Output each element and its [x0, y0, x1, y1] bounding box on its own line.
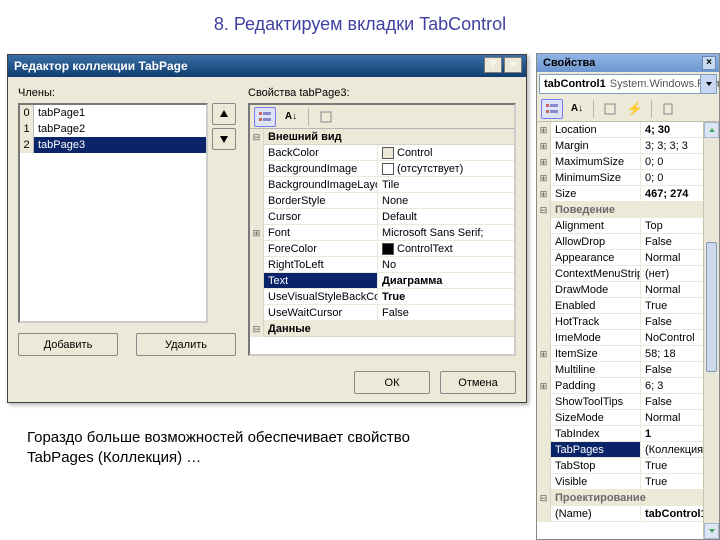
property-row[interactable]: AppearanceNormal: [537, 250, 719, 266]
member-index: 1: [20, 121, 34, 137]
document-icon: [661, 102, 675, 116]
properties-panel-title: Свойства ×: [537, 54, 719, 72]
properties-panel: Свойства × tabControl1 System.Windows.Fo…: [536, 53, 720, 540]
property-row[interactable]: ⊞ItemSize58; 18: [537, 346, 719, 362]
dialog-titlebar[interactable]: Редактор коллекции TabPage ? ×: [8, 55, 526, 77]
property-row[interactable]: TabStopTrue: [537, 458, 719, 474]
property-row[interactable]: DrawModeNormal: [537, 282, 719, 298]
property-row[interactable]: BackgroundImage(отсутствует): [250, 161, 514, 177]
sort-az-icon: A↓: [571, 103, 583, 114]
property-row[interactable]: AlignmentTop: [537, 218, 719, 234]
prop-pages-button[interactable]: [315, 107, 337, 127]
property-grid-left: A↓ ⊟Внешний видBackColorControlBackgroun…: [248, 103, 516, 356]
member-index: 2: [20, 137, 34, 153]
property-row[interactable]: ForeColorControlText: [250, 241, 514, 257]
arrow-up-icon: [219, 109, 229, 119]
property-row[interactable]: TextДиаграмма: [250, 273, 514, 289]
scroll-thumb[interactable]: [706, 242, 717, 372]
collection-editor-dialog: Редактор коллекции TabPage ? × Члены: 0t…: [7, 54, 527, 403]
dialog-title-text: Редактор коллекции TabPage: [14, 59, 188, 73]
property-row[interactable]: ⊞FontMicrosoft Sans Serif;: [250, 225, 514, 241]
member-name: tabPage1: [34, 105, 206, 121]
member-name: tabPage3: [34, 137, 206, 153]
panel-close-button[interactable]: ×: [702, 56, 716, 70]
properties-button[interactable]: [599, 99, 621, 119]
props-label: Свойства tabPage3:: [248, 87, 516, 99]
move-up-button[interactable]: [212, 103, 236, 125]
property-row[interactable]: VisibleTrue: [537, 474, 719, 490]
scroll-down-button[interactable]: [704, 523, 719, 539]
member-item[interactable]: 0tabPage1: [20, 105, 206, 121]
property-row[interactable]: BorderStyleNone: [250, 193, 514, 209]
dropdown-arrow-icon[interactable]: [700, 75, 716, 93]
scroll-up-button[interactable]: [704, 122, 719, 138]
property-row[interactable]: UseWaitCursorFalse: [250, 305, 514, 321]
categorized-icon: [258, 110, 272, 124]
property-row[interactable]: AllowDropFalse: [537, 234, 719, 250]
property-row[interactable]: ⊞MinimumSize0; 0: [537, 170, 719, 186]
alphabetical-button[interactable]: A↓: [280, 107, 302, 127]
close-button[interactable]: ×: [504, 57, 522, 73]
properties-title-text: Свойства: [543, 57, 595, 69]
member-item[interactable]: 2tabPage3: [20, 137, 206, 153]
property-row[interactable]: ⊞Location4; 30: [537, 122, 719, 138]
property-category[interactable]: ⊟Внешний вид: [250, 129, 514, 145]
color-swatch-icon: [382, 147, 394, 159]
property-row[interactable]: ⊞Margin3; 3; 3; 3: [537, 138, 719, 154]
lightning-icon: ⚡: [627, 101, 643, 117]
property-row[interactable]: ⊞Size467; 274: [537, 186, 719, 202]
arrow-down-icon: [219, 134, 229, 144]
property-row[interactable]: CursorDefault: [250, 209, 514, 225]
object-selector[interactable]: tabControl1 System.Windows.Form: [539, 74, 717, 94]
property-category[interactable]: ⊟Данные: [250, 321, 514, 337]
events-button[interactable]: ⚡: [624, 99, 646, 119]
vertical-scrollbar[interactable]: [703, 122, 719, 539]
categorized-button[interactable]: [541, 99, 563, 119]
members-label: Члены:: [18, 87, 236, 99]
color-swatch-icon: [382, 163, 394, 175]
property-row[interactable]: BackgroundImageLayoutTile: [250, 177, 514, 193]
alphabetical-button[interactable]: A↓: [566, 99, 588, 119]
property-row[interactable]: ImeModeNoControl: [537, 330, 719, 346]
property-row[interactable]: ⊞MaximumSize0; 0: [537, 154, 719, 170]
color-swatch-icon: [382, 243, 394, 255]
property-row[interactable]: ⊞Padding6; 3: [537, 378, 719, 394]
categorized-button[interactable]: [254, 107, 276, 127]
property-row[interactable]: TabPages(Коллекция)…: [537, 442, 719, 458]
move-down-button[interactable]: [212, 128, 236, 150]
property-row[interactable]: HotTrackFalse: [537, 314, 719, 330]
property-pages-button[interactable]: [657, 99, 679, 119]
cancel-button[interactable]: Отмена: [440, 371, 516, 394]
categorized-icon: [545, 102, 559, 116]
remove-button[interactable]: Удалить: [136, 333, 236, 356]
member-item[interactable]: 1tabPage2: [20, 121, 206, 137]
property-row[interactable]: BackColorControl: [250, 145, 514, 161]
page-icon: [603, 102, 617, 116]
members-listbox[interactable]: 0tabPage11tabPage22tabPage3: [18, 103, 208, 323]
property-row[interactable]: (Name)tabControl1: [537, 506, 719, 522]
property-row[interactable]: MultilineFalse: [537, 362, 719, 378]
footnote-text: Гораздо больше возможностей обеспечивает…: [27, 428, 457, 469]
page-title: 8. Редактируем вкладки TabControl: [0, 14, 720, 35]
property-row[interactable]: UseVisualStyleBackColorTrue: [250, 289, 514, 305]
property-row[interactable]: ContextMenuStrip(нет): [537, 266, 719, 282]
sort-az-icon: A↓: [285, 111, 297, 122]
property-row[interactable]: EnabledTrue: [537, 298, 719, 314]
member-index: 0: [20, 105, 34, 121]
property-category[interactable]: ⊟Поведение: [537, 202, 719, 218]
property-row[interactable]: TabIndex1: [537, 426, 719, 442]
help-button[interactable]: ?: [484, 57, 502, 73]
property-row[interactable]: ShowToolTipsFalse: [537, 394, 719, 410]
property-row[interactable]: SizeModeNormal: [537, 410, 719, 426]
object-name: tabControl1: [544, 75, 606, 93]
member-name: tabPage2: [34, 121, 206, 137]
property-grid-right: ⊞Location4; 30⊞Margin3; 3; 3; 3⊞MaximumS…: [537, 122, 719, 539]
property-row[interactable]: RightToLeftNo: [250, 257, 514, 273]
add-button[interactable]: Добавить: [18, 333, 118, 356]
page-icon: [319, 110, 333, 124]
property-category[interactable]: ⊟Проектирование: [537, 490, 719, 506]
ok-button[interactable]: ОК: [354, 371, 430, 394]
